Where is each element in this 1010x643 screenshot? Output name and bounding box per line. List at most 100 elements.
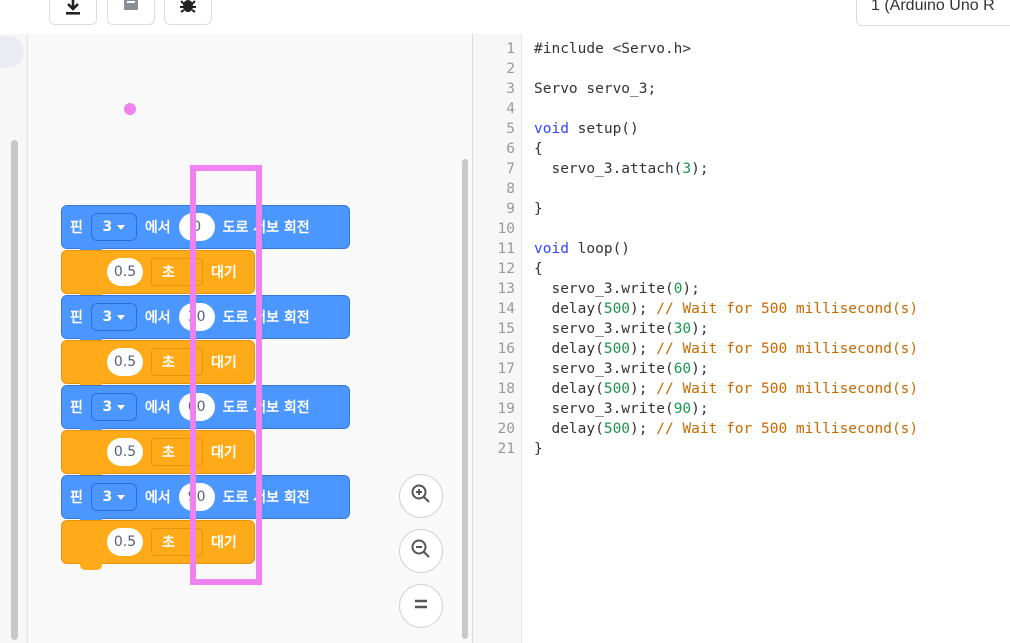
delay-input[interactable]: 0.5 bbox=[107, 528, 143, 556]
angle-input[interactable]: 90 bbox=[178, 483, 215, 511]
pin-dropdown[interactable]: 3 bbox=[90, 213, 137, 241]
line-number: 6 bbox=[506, 141, 515, 157]
code-token: void bbox=[534, 241, 569, 257]
workspace-scrollbar[interactable] bbox=[462, 159, 468, 639]
code-token: ); bbox=[630, 341, 657, 357]
servo-rotate-block[interactable]: 핀 3 에서 0 도로 서보 회전 bbox=[61, 205, 350, 255]
line-number: 10 bbox=[497, 221, 515, 237]
line-number: 14 bbox=[497, 301, 515, 317]
delay-input[interactable]: 0.5 bbox=[107, 258, 143, 286]
save-button[interactable] bbox=[107, 0, 155, 25]
code-token: delay( bbox=[534, 381, 604, 397]
code-text: servo_3.attach(3); bbox=[534, 159, 709, 179]
code-token: 500 bbox=[603, 421, 631, 437]
pin-dropdown[interactable]: 3 bbox=[90, 303, 137, 331]
wait-block[interactable]: 0.5 초 대기 bbox=[61, 250, 255, 300]
code-text: { bbox=[534, 259, 543, 279]
category-scrollbar[interactable] bbox=[11, 140, 18, 640]
zoom-out-button[interactable] bbox=[399, 529, 443, 573]
code-token: // Wait for 500 millisecond(s) bbox=[656, 421, 919, 437]
board-select[interactable]: 1 (Arduino Uno R bbox=[856, 0, 1010, 26]
code-line[interactable]: 5 void setup() bbox=[473, 119, 1010, 139]
angle-input[interactable]: 0 bbox=[178, 213, 215, 241]
pin-dropdown[interactable]: 3 bbox=[90, 393, 137, 421]
code-token: loop() bbox=[568, 241, 631, 257]
code-token: // Wait for 500 millisecond(s) bbox=[656, 381, 919, 397]
caret-down-icon bbox=[117, 314, 126, 320]
caret-down-icon bbox=[117, 404, 126, 410]
delay-input[interactable]: 0.5 bbox=[107, 438, 143, 466]
line-number: 11 bbox=[497, 241, 515, 257]
code-text: servo_3.write(0); bbox=[534, 279, 699, 299]
line-number: 5 bbox=[506, 121, 515, 137]
code-line[interactable]: 19 servo_3.write(90); bbox=[473, 399, 1010, 419]
line-number: 2 bbox=[506, 61, 515, 77]
wait-block[interactable]: 0.5 초 대기 bbox=[61, 520, 255, 570]
code-line[interactable]: 17 servo_3.write(60); bbox=[473, 359, 1010, 379]
code-line[interactable]: 9} bbox=[473, 199, 1010, 219]
wait-block[interactable]: 0.5 초 대기 bbox=[61, 430, 255, 480]
wait-label: 대기 bbox=[211, 265, 237, 281]
code-text: { bbox=[534, 139, 543, 159]
line-number: 16 bbox=[497, 341, 515, 357]
code-editor[interactable]: 1 #include <Servo.h> 2 3 Servo servo_3; 4 5 voi… bbox=[473, 34, 1010, 643]
pin-value: 3 bbox=[102, 489, 113, 505]
code-token: ); bbox=[691, 161, 709, 177]
code-token: } bbox=[534, 201, 543, 217]
download-icon bbox=[63, 0, 83, 21]
unit-label: 초 bbox=[151, 348, 203, 376]
from-label: 에서 bbox=[144, 400, 171, 416]
servo-rotate-block[interactable]: 핀 3 에서 60 도로 서보 회전 bbox=[61, 385, 350, 435]
blocks-workspace[interactable]: 핀 3 에서 0 도로 서보 회전 0.5 초 대기 핀 3 에서 30 도로 … bbox=[28, 34, 472, 643]
zoom-in-button[interactable] bbox=[399, 474, 443, 518]
code-text: void loop() bbox=[534, 239, 630, 259]
delay-input[interactable]: 0.5 bbox=[107, 348, 143, 376]
line-number: 7 bbox=[506, 161, 515, 177]
wait-block[interactable]: 0.5 초 대기 bbox=[61, 340, 255, 390]
code-token: // Wait for 500 millisecond(s) bbox=[656, 341, 919, 357]
code-line[interactable]: 15 servo_3.write(30); bbox=[473, 319, 1010, 339]
code-token: servo_3.write( bbox=[534, 281, 674, 297]
rotate-label: 도로 서보 회전 bbox=[222, 310, 310, 326]
code-line[interactable]: 3 Servo servo_3; bbox=[473, 79, 1010, 99]
code-line[interactable]: 21} bbox=[473, 439, 1010, 459]
code-line[interactable]: 11 void loop() bbox=[473, 239, 1010, 259]
zoom-in-icon bbox=[409, 482, 433, 510]
line-number: 21 bbox=[497, 441, 515, 457]
code-line[interactable]: 18 delay(500); // Wait for 500 milliseco… bbox=[473, 379, 1010, 399]
from-label: 에서 bbox=[144, 490, 171, 506]
code-line[interactable]: 16 delay(500); // Wait for 500 milliseco… bbox=[473, 339, 1010, 359]
line-number: 12 bbox=[497, 261, 515, 277]
code-token: delay( bbox=[534, 341, 604, 357]
toolbar: 1 (Arduino Uno R bbox=[0, 0, 1010, 35]
code-line[interactable]: 8 bbox=[473, 179, 1010, 199]
download-button[interactable] bbox=[49, 0, 97, 25]
pin-label: 핀 bbox=[70, 490, 83, 506]
code-line[interactable]: 20 delay(500); // Wait for 500 milliseco… bbox=[473, 419, 1010, 439]
line-number: 20 bbox=[497, 421, 515, 437]
pin-label: 핀 bbox=[70, 310, 83, 326]
angle-input[interactable]: 30 bbox=[178, 303, 215, 331]
code-line[interactable]: 12 { bbox=[473, 259, 1010, 279]
code-text: #include <Servo.h> bbox=[534, 39, 691, 59]
code-line[interactable]: 7 servo_3.attach(3); bbox=[473, 159, 1010, 179]
code-line[interactable]: 1 #include <Servo.h> bbox=[473, 39, 1010, 59]
servo-rotate-block[interactable]: 핀 3 에서 90 도로 서보 회전 bbox=[61, 475, 350, 525]
pin-dropdown[interactable]: 3 bbox=[90, 483, 137, 511]
code-token: ); bbox=[630, 421, 657, 437]
zoom-reset-button[interactable] bbox=[399, 584, 443, 628]
line-number: 3 bbox=[506, 81, 515, 97]
debug-button[interactable] bbox=[164, 0, 212, 25]
code-line[interactable]: 4 bbox=[473, 99, 1010, 119]
servo-rotate-block[interactable]: 핀 3 에서 30 도로 서보 회전 bbox=[61, 295, 350, 345]
code-line[interactable]: 14 delay(500); // Wait for 500 milliseco… bbox=[473, 299, 1010, 319]
line-number: 9 bbox=[506, 201, 515, 217]
code-text: Servo servo_3; bbox=[534, 79, 656, 99]
code-line[interactable]: 13 servo_3.write(0); bbox=[473, 279, 1010, 299]
code-line[interactable]: 6{ bbox=[473, 139, 1010, 159]
code-line[interactable]: 2 bbox=[473, 59, 1010, 79]
code-line[interactable]: 10 bbox=[473, 219, 1010, 239]
code-text: delay(500); // Wait for 500 millisecond(… bbox=[534, 419, 918, 439]
code-token: servo_3.write( bbox=[534, 401, 674, 417]
angle-input[interactable]: 60 bbox=[178, 393, 215, 421]
